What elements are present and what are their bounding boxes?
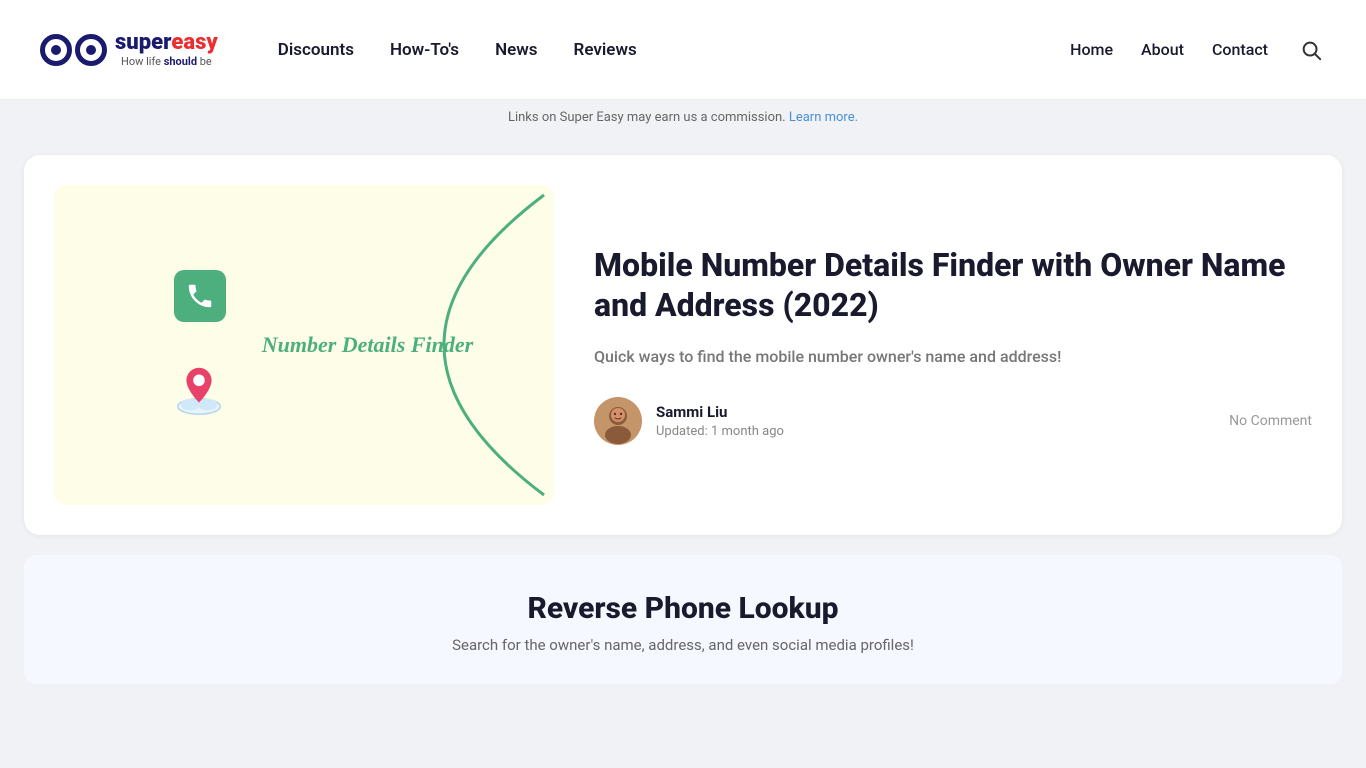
search-button[interactable] <box>1296 35 1326 65</box>
lookup-section: Reverse Phone Lookup Search for the owne… <box>24 555 1342 684</box>
main-nav: Discounts How-To's News Reviews <box>278 40 637 60</box>
avatar-svg <box>594 397 642 445</box>
article-subtitle: Quick ways to find the mobile number own… <box>594 345 1312 369</box>
affiliate-bar: Links on Super Easy may earn us a commis… <box>0 100 1366 135</box>
search-icon <box>1300 39 1322 61</box>
nav-item-contact[interactable]: Contact <box>1212 40 1268 59</box>
article-card: Number Details Finder Mobile Number Deta… <box>24 155 1342 535</box>
author-details: Sammi Liu Updated: 1 month ago <box>656 403 784 439</box>
lookup-subtitle: Search for the owner's name, address, an… <box>64 636 1302 654</box>
logo-easy: easy <box>171 32 217 54</box>
author-info: Sammi Liu Updated: 1 month ago <box>594 397 784 445</box>
author-row: Sammi Liu Updated: 1 month ago No Commen… <box>594 397 1312 445</box>
site-logo[interactable]: super easy How life should be <box>40 32 218 67</box>
nav-item-about[interactable]: About <box>1141 40 1184 59</box>
author-updated: Updated: 1 month ago <box>656 424 784 439</box>
site-header: super easy How life should be Discounts … <box>0 0 1366 100</box>
article-title: Mobile Number Details Finder with Owner … <box>594 245 1312 325</box>
affiliate-text: Links on Super Easy may earn us a commis… <box>508 110 789 125</box>
logo-super: super <box>115 32 171 54</box>
logo-circle-1 <box>40 34 72 66</box>
logo-circle-2 <box>75 34 107 66</box>
author-avatar <box>594 397 642 445</box>
lookup-title: Reverse Phone Lookup <box>64 591 1302 626</box>
comment-count: No Comment <box>1229 413 1312 429</box>
nav-item-discounts[interactable]: Discounts <box>278 40 354 60</box>
main-content: Number Details Finder Mobile Number Deta… <box>0 135 1366 708</box>
logo-tagline: How life should be <box>115 56 218 67</box>
logo-icon <box>40 34 107 66</box>
article-info: Mobile Number Details Finder with Owner … <box>594 245 1312 445</box>
phone-icon <box>174 270 226 322</box>
logo-brand-line: super easy <box>115 32 218 54</box>
affiliate-link[interactable]: Learn more. <box>789 110 858 125</box>
nav-item-news[interactable]: News <box>495 40 537 60</box>
nav-item-home[interactable]: Home <box>1070 40 1113 59</box>
finder-text: Number Details Finder <box>262 332 473 358</box>
location-icon <box>169 360 229 420</box>
location-svg <box>169 359 229 421</box>
logo-text: super easy How life should be <box>115 32 218 67</box>
nav-item-reviews[interactable]: Reviews <box>574 40 637 60</box>
phone-svg <box>185 281 215 311</box>
nav-item-howtos[interactable]: How-To's <box>390 40 459 60</box>
header-left: super easy How life should be Discounts … <box>40 32 637 67</box>
author-name: Sammi Liu <box>656 403 784 421</box>
article-image: Number Details Finder <box>54 185 554 505</box>
header-right: Home About Contact <box>1070 35 1326 65</box>
